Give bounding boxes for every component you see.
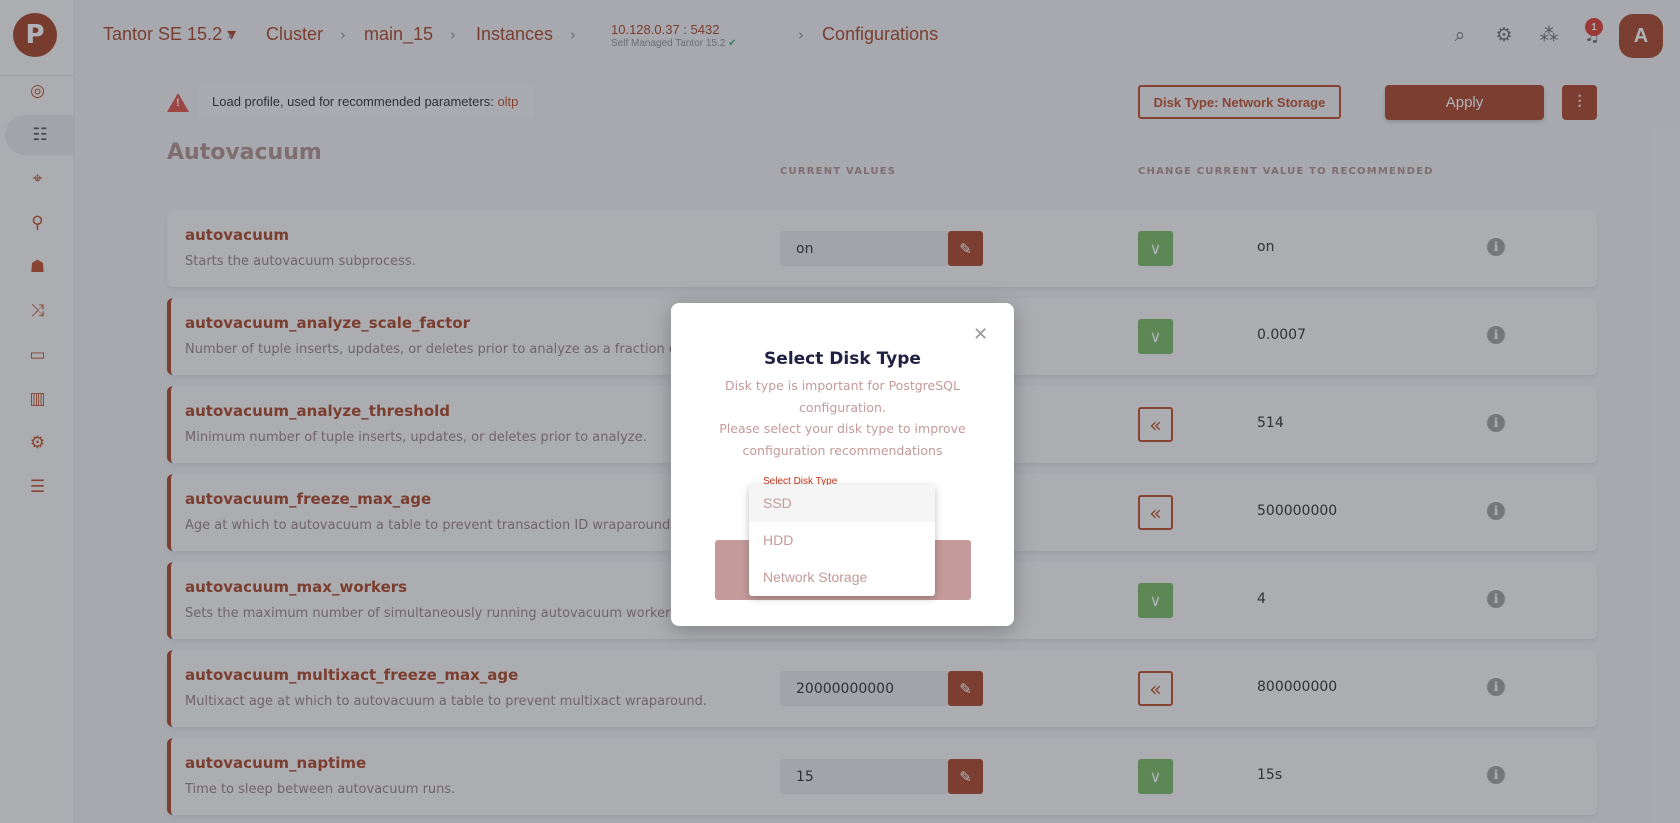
modal-description: Disk type is important for PostgreSQL co…: [691, 375, 994, 461]
close-icon[interactable]: ✕: [973, 324, 988, 345]
modal-description-line: configuration.: [799, 399, 886, 415]
modal-description-line: configuration recommendations: [742, 442, 943, 458]
disk-type-dropdown: SSD HDD Network Storage: [749, 485, 935, 596]
select-disk-type-modal: ✕ Select Disk Type Disk type is importan…: [671, 303, 1014, 626]
option-network-storage[interactable]: Network Storage: [749, 559, 935, 596]
modal-description-line: Disk type is important for PostgreSQL: [725, 378, 960, 393]
modal-title: Select Disk Type: [764, 349, 921, 369]
option-ssd[interactable]: SSD: [749, 485, 935, 522]
option-hdd[interactable]: HDD: [749, 522, 935, 559]
modal-description-line: Please select your disk type to improve: [719, 421, 966, 436]
